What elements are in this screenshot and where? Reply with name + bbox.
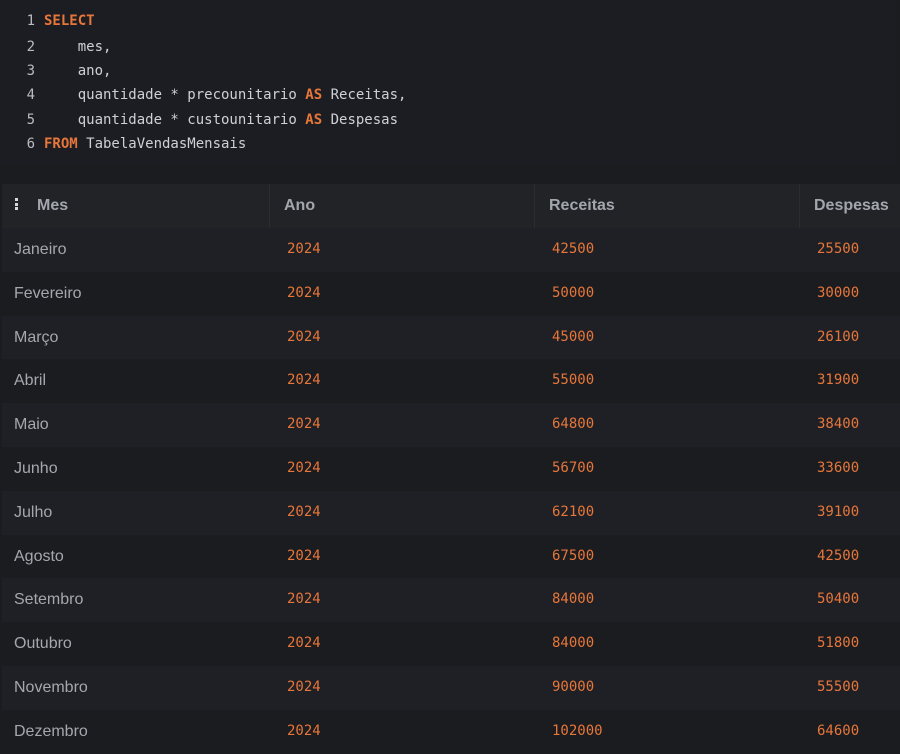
cell-mes: Novembro <box>14 678 88 696</box>
table-row[interactable]: Março 2024 45000 26100 <box>2 315 900 360</box>
table-row[interactable]: Agosto 2024 67500 42500 <box>2 534 900 579</box>
code-line-2: 2 mes, <box>0 35 112 59</box>
table-row[interactable]: Janeiro 2024 42500 25500 <box>2 228 900 272</box>
cell-receitas: 67500 <box>552 547 595 564</box>
cell-receitas: 45000 <box>552 328 595 345</box>
sql-keyword-as: AS <box>305 112 323 128</box>
cell-receitas: 50000 <box>552 284 595 301</box>
cell-ano: 2024 <box>287 459 321 476</box>
column-divider[interactable] <box>269 184 270 228</box>
sql-keyword-from: FROM <box>44 136 78 152</box>
code-text: quantidade * custounitario <box>44 112 306 128</box>
table-row[interactable]: Novembro 2024 90000 55500 <box>2 665 900 710</box>
cell-despesas: 31900 <box>817 372 860 389</box>
code-text: Despesas <box>322 112 399 128</box>
table-row[interactable]: Junho 2024 56700 33600 <box>2 446 900 491</box>
column-header-despesas[interactable]: Despesas <box>814 184 889 228</box>
cell-ano: 2024 <box>287 284 321 301</box>
table-header: Mes Ano Receitas Despesas <box>2 184 900 228</box>
code-line-4: 4 quantidade * precounitario AS Receitas… <box>0 83 407 107</box>
column-header-ano[interactable]: Ano <box>284 184 315 228</box>
table-row[interactable]: Maio 2024 64800 38400 <box>2 403 900 447</box>
line-number: 1 <box>26 13 35 29</box>
line-number: 4 <box>26 87 35 103</box>
cell-mes: Janeiro <box>14 241 67 258</box>
cell-ano: 2024 <box>287 678 321 695</box>
cell-mes: Outubro <box>14 635 72 653</box>
code-line-3: 3 ano, <box>0 59 112 83</box>
cell-despesas: 51800 <box>817 635 860 652</box>
cell-despesas: 42500 <box>817 547 860 564</box>
table-row[interactable]: Abril 2024 55000 31900 <box>2 359 900 404</box>
line-number: 5 <box>26 112 35 128</box>
cell-ano: 2024 <box>287 722 321 739</box>
cell-despesas: 39100 <box>817 503 860 520</box>
code-text: Receitas, <box>322 87 407 103</box>
cell-ano: 2024 <box>287 547 321 564</box>
line-number: 3 <box>26 63 35 79</box>
cell-ano: 2024 <box>287 591 321 608</box>
cell-ano: 2024 <box>287 503 321 520</box>
cell-ano: 2024 <box>287 241 321 257</box>
table-row[interactable]: Outubro 2024 84000 51800 <box>2 622 900 666</box>
table-row[interactable]: Julho 2024 62100 39100 <box>2 490 900 535</box>
table-row[interactable]: Dezembro 2024 102000 64600 <box>2 709 900 754</box>
cell-despesas: 64600 <box>817 722 860 739</box>
cell-receitas: 90000 <box>552 678 595 695</box>
code-text: TabelaVendasMensais <box>77 136 247 152</box>
cell-mes: Fevereiro <box>14 284 82 302</box>
cell-mes: Abril <box>14 372 47 390</box>
code-line-6: 6 FROM TabelaVendasMensais <box>0 132 247 156</box>
column-divider[interactable] <box>534 184 535 228</box>
cell-despesas: 30000 <box>817 284 860 301</box>
cell-receitas: 55000 <box>552 372 595 389</box>
cell-receitas: 56700 <box>552 459 595 476</box>
column-header-receitas[interactable]: Receitas <box>549 184 615 228</box>
cell-mes: Junho <box>14 459 58 477</box>
table-row[interactable]: Fevereiro 2024 50000 30000 <box>2 271 900 316</box>
cell-mes: Maio <box>14 416 49 434</box>
line-number: 6 <box>26 136 35 152</box>
cell-ano: 2024 <box>287 328 321 345</box>
cell-ano: 2024 <box>287 416 321 433</box>
cell-mes: Agosto <box>14 547 64 565</box>
cell-receitas: 64800 <box>552 416 595 433</box>
line-number: 2 <box>26 39 35 55</box>
cell-receitas: 62100 <box>552 503 595 520</box>
sql-keyword-as: AS <box>305 87 323 103</box>
code-text: mes, <box>44 39 112 55</box>
code-line-5: 5 quantidade * custounitario AS Despesas <box>0 108 398 132</box>
code-text: quantidade * precounitario <box>44 87 306 103</box>
cell-ano: 2024 <box>287 372 321 389</box>
code-line-1: 1 SELECT <box>0 9 95 33</box>
cell-despesas: 33600 <box>817 459 860 476</box>
table-body: Janeiro 2024 42500 25500 Fevereiro 2024 50000 3… <box>2 228 900 754</box>
cell-despesas: 50400 <box>817 591 860 608</box>
cell-receitas: 84000 <box>552 591 595 608</box>
code-text: ano, <box>44 63 112 79</box>
cell-mes: Julho <box>14 503 53 521</box>
cell-receitas: 42500 <box>552 241 595 257</box>
cell-despesas: 55500 <box>817 678 860 695</box>
cell-mes: Dezembro <box>14 722 88 740</box>
column-header-mes[interactable]: Mes <box>37 184 68 228</box>
cell-receitas: 102000 <box>552 722 603 739</box>
cell-ano: 2024 <box>287 635 321 652</box>
results-table: Mes Ano Receitas Despesas Janeiro 2024 425… <box>2 184 900 754</box>
column-divider[interactable] <box>799 184 800 228</box>
cell-mes: Setembro <box>14 591 84 609</box>
cell-mes: Março <box>14 328 59 346</box>
cell-despesas: 25500 <box>817 241 860 257</box>
table-row[interactable]: Setembro 2024 84000 50400 <box>2 578 900 623</box>
sql-editor[interactable]: 1 SELECT 2 mes, 3 ano, 4 quantidade * pre… <box>0 0 897 164</box>
drag-handle-icon[interactable] <box>15 198 18 210</box>
cell-receitas: 84000 <box>552 635 595 652</box>
cell-despesas: 26100 <box>817 328 860 345</box>
cell-despesas: 38400 <box>817 416 860 433</box>
sql-keyword-select: SELECT <box>44 13 95 29</box>
